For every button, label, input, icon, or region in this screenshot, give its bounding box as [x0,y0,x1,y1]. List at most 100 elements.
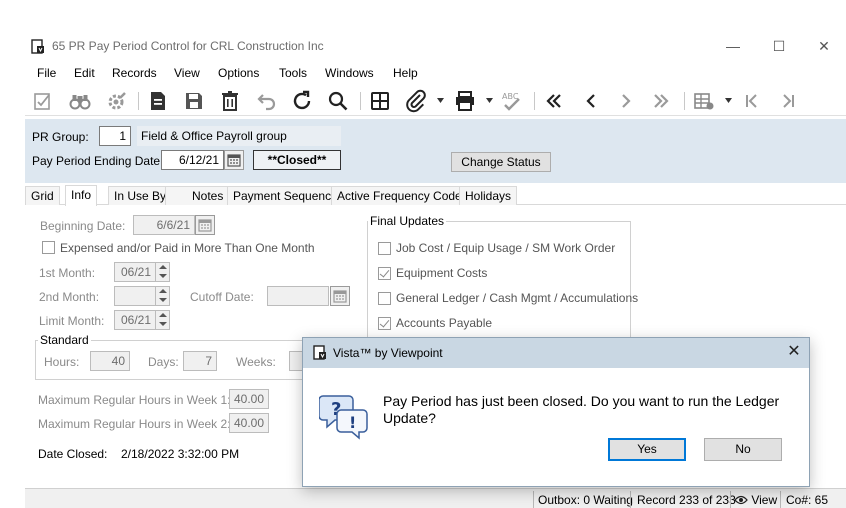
first-month-spinner[interactable] [155,262,169,282]
standard-group-title: Standard [38,333,91,347]
calculator-icon[interactable] [368,89,392,113]
final-update-jc-checkbox[interactable] [378,242,391,255]
eye-icon [734,495,748,505]
calendar-icon [333,290,347,303]
attachment-paperclip-icon[interactable] [404,89,428,113]
days-label: Days: [148,355,179,369]
status-badge: **Closed** [253,150,341,170]
hours-input[interactable]: 40 [90,351,130,371]
message-dialog: Vista™ by Viewpoint ✕ ? ! Pay Period has… [302,337,810,487]
expensed-label: Expensed and/or Paid in More Than One Mo… [60,241,315,255]
first-page-icon[interactable] [740,89,764,113]
limit-month-spinner[interactable] [155,310,169,330]
menu-options[interactable]: Options [218,66,259,80]
ending-date-calendar-button[interactable] [224,150,244,170]
final-update-gl-label: General Ledger / Cash Mgmt / Accumulatio… [396,291,639,305]
toolbar-separator [360,92,361,110]
menu-file[interactable]: File [37,66,56,80]
cutoff-date-calendar-button[interactable] [330,286,350,306]
toolbar-separator [138,92,139,110]
menu-windows[interactable]: Windows [325,66,374,80]
gear-wrench-icon[interactable] [105,89,129,113]
menu-records[interactable]: Records [112,66,157,80]
max-week2-input[interactable]: 40.00 [229,413,269,433]
beginning-date-calendar-button[interactable] [195,215,215,235]
last-page-icon[interactable] [776,89,800,113]
date-closed-label: Date Closed: [38,447,108,461]
ending-date-input[interactable]: 6/12/21 [161,150,224,170]
minimize-button[interactable]: — [713,34,753,58]
final-updates-title: Final Updates [368,214,447,228]
menu-help[interactable]: Help [393,66,418,80]
tab-holidays[interactable]: Holidays [459,186,518,205]
tab-notes[interactable]: Notes [165,186,230,205]
no-button[interactable]: No [704,438,782,461]
binoculars-icon[interactable] [68,89,92,113]
max-week1-input[interactable]: 40.00 [229,389,269,409]
pr-group-input[interactable]: 1 [99,126,131,146]
second-month-spinner[interactable] [155,286,169,306]
maximize-button[interactable]: ☐ [759,34,799,58]
menu-view[interactable]: View [174,66,200,80]
tab-payment-sequence[interactable]: Payment Sequence [227,186,344,205]
record-status: Record 233 of 233 [637,493,736,507]
next-record-icon[interactable] [614,89,638,113]
close-window-button[interactable]: ✕ [804,34,844,58]
outbox-status: Outbox: 0 Waiting [538,493,633,507]
status-separator [630,491,631,508]
yes-button[interactable]: Yes [608,438,686,461]
print-dropdown-icon[interactable] [486,98,493,103]
date-closed-value: 2/18/2022 3:32:00 PM [121,447,240,461]
grid-settings-dropdown-icon[interactable] [725,98,732,103]
cutoff-date-label: Cutoff Date: [190,290,254,304]
beginning-date-label: Beginning Date: [40,219,126,233]
svg-text:!: ! [349,413,356,432]
attachment-dropdown-icon[interactable] [437,98,444,103]
pr-group-description: Field & Office Payroll group [137,126,341,146]
new-document-icon[interactable] [146,89,170,113]
company-status: Co#: 65 [786,493,829,507]
final-update-ap-checkbox[interactable] [378,317,391,330]
view-status[interactable]: View [734,493,777,507]
toolbar-separator [684,92,685,110]
ending-date-label: Pay Period Ending Date: [32,154,164,168]
final-update-ap-label: Accounts Payable [396,316,493,330]
cutoff-date-input[interactable] [267,286,329,306]
beginning-date-input[interactable]: 6/6/21 [133,215,195,235]
weeks-label: Weeks: [236,355,276,369]
change-status-button[interactable]: Change Status [451,152,551,172]
last-record-icon[interactable] [649,89,673,113]
max-week2-label: Maximum Regular Hours in Week 2: [38,417,231,431]
menu-edit[interactable]: Edit [74,66,95,80]
dialog-title: Vista™ by Viewpoint [333,346,443,360]
printer-icon[interactable] [453,89,477,113]
tab-active-frequency-codes[interactable]: Active Frequency Codes [331,186,474,205]
header-panel: PR Group: 1 Field & Office Payroll group… [25,119,846,183]
grid-settings-icon[interactable] [692,89,716,113]
final-update-gl-checkbox[interactable] [378,292,391,305]
dialog-close-button[interactable]: ✕ [785,343,803,361]
undo-icon[interactable] [254,89,278,113]
tab-info[interactable]: Info [65,185,98,206]
status-separator [730,491,731,508]
edit-checklist-icon[interactable] [31,89,55,113]
tab-in-use-by[interactable]: In Use By [108,186,173,205]
tab-grid[interactable]: Grid [25,186,60,205]
spellcheck-icon[interactable]: ABC [500,89,524,113]
first-record-icon[interactable] [542,89,566,113]
delete-trash-icon[interactable] [218,89,242,113]
limit-month-label: Limit Month: [39,314,105,328]
days-input[interactable]: 7 [183,351,217,371]
title-bar: 65 PR Pay Period Control for CRL Constru… [25,30,846,62]
first-month-label: 1st Month: [39,266,96,280]
toolbar: ABC [25,86,846,116]
question-icon: ? ! [318,392,369,440]
search-icon[interactable] [326,89,350,113]
menu-tools[interactable]: Tools [279,66,307,80]
expensed-checkbox[interactable] [42,241,55,254]
status-separator [780,491,781,508]
refresh-icon[interactable] [290,89,314,113]
previous-record-icon[interactable] [579,89,603,113]
final-update-equipment-checkbox[interactable] [378,267,391,280]
save-icon[interactable] [182,89,206,113]
